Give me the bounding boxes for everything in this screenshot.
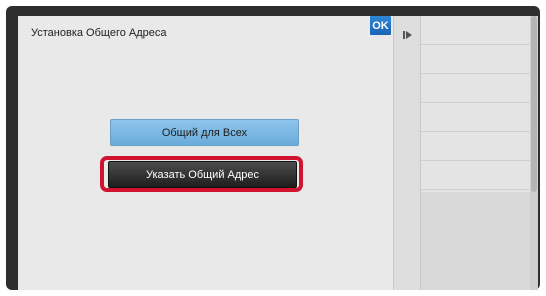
side-panel <box>394 16 538 290</box>
common-for-all-button[interactable]: Общий для Всех <box>110 119 299 146</box>
list-item[interactable] <box>421 132 538 161</box>
ok-button[interactable]: OK <box>370 16 391 35</box>
list-item[interactable] <box>421 16 538 45</box>
side-panel-list <box>421 16 538 192</box>
address-settings-dialog: Установка Общего Адреса OK Общий для Все… <box>18 16 394 290</box>
collapse-arrow-icon[interactable] <box>402 30 414 40</box>
set-common-address-button[interactable]: Указать Общий Адрес <box>108 161 297 188</box>
dialog-title: Установка Общего Адреса <box>31 27 167 39</box>
scrollbar-thumb[interactable] <box>531 16 537 192</box>
list-item[interactable] <box>421 161 538 190</box>
list-item[interactable] <box>421 45 538 74</box>
list-item[interactable] <box>421 103 538 132</box>
scrollbar[interactable] <box>530 16 538 290</box>
screen: Установка Общего Адреса OK Общий для Все… <box>18 16 538 290</box>
list-item[interactable] <box>421 74 538 103</box>
side-panel-tab[interactable] <box>394 16 421 290</box>
device-frame: Установка Общего Адреса OK Общий для Все… <box>6 6 540 290</box>
